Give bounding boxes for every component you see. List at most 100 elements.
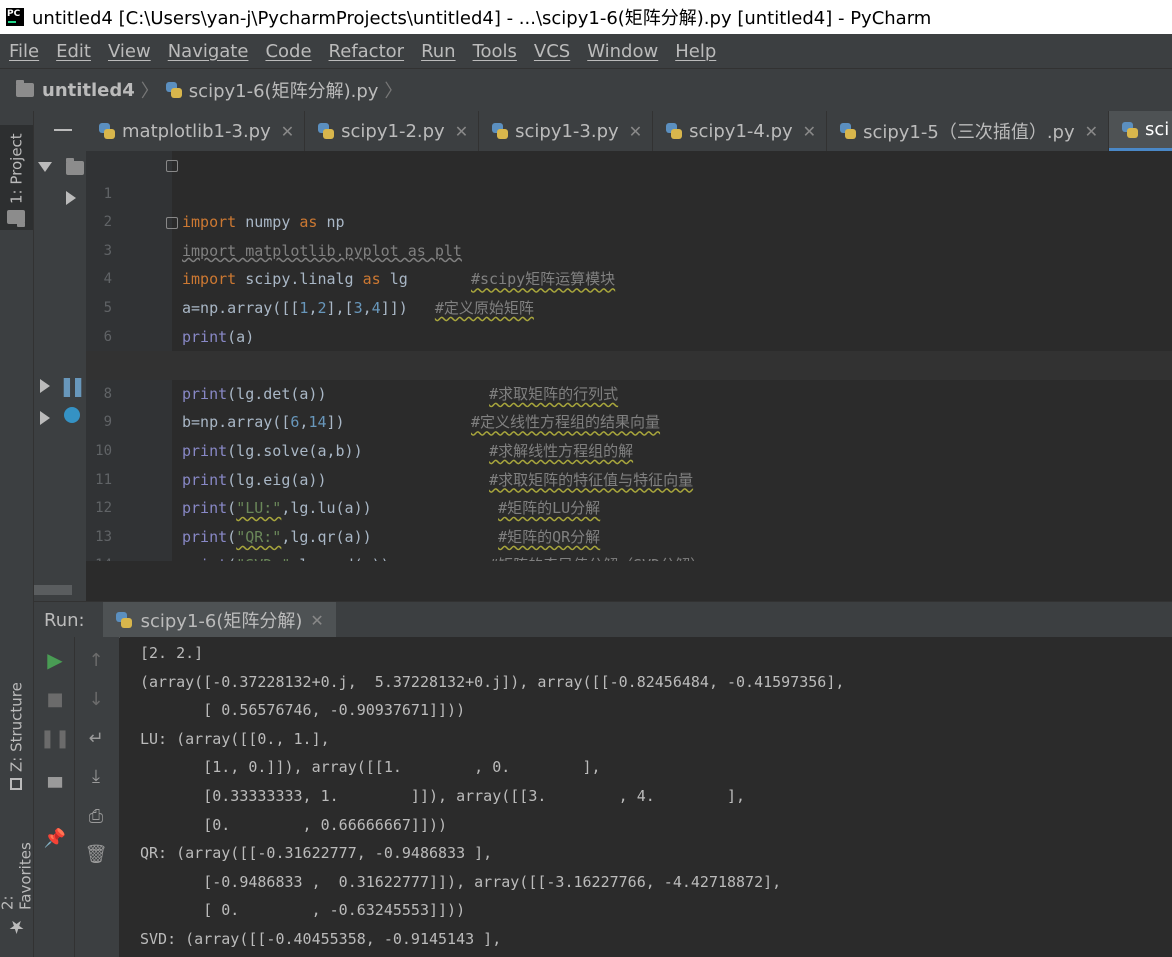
- favorites-tool-tab[interactable]: ★ 2: Favorites: [0, 823, 35, 943]
- console-line: [-0.9486833 , 0.31622777]]), array([[-3.…: [140, 872, 782, 891]
- folder-icon: [66, 158, 84, 175]
- structure-tool-tab[interactable]: Z: Structure: [0, 671, 33, 796]
- window-title: untitled4 [C:\Users\yan-j\PycharmProject…: [32, 8, 932, 29]
- menu-file[interactable]: File: [9, 41, 39, 62]
- code-editor[interactable]: 1 import numpy as np 2 import matplotlib…: [86, 151, 1172, 561]
- project-panel: ▌▌▌: [34, 111, 99, 601]
- line-number: 14: [86, 551, 112, 561]
- favorites-tool-tab-label: 2: Favorites: [0, 842, 35, 910]
- run-label: Run:: [44, 609, 85, 631]
- chevron-right-icon: 〉: [140, 81, 159, 102]
- up-arrow-icon[interactable]: ↑: [85, 649, 107, 671]
- menu-tools[interactable]: Tools: [473, 41, 517, 62]
- console-line: [1., 0.]]), array([[1. , 0. ],: [140, 758, 601, 777]
- code-line: 14 print("Schur:",lg.schur(a)) #矩阵的Schur…: [86, 523, 1172, 561]
- code-line-current: 8 b=np.array([6,14]) #定义线性方程组的结果向量: [86, 351, 1172, 431]
- run-config-label: scipy1-6(矩阵分解): [140, 611, 303, 632]
- python-file-icon: [665, 122, 683, 140]
- tab-scipy1-5[interactable]: scipy1-5（三次插值）.py ✕: [827, 111, 1110, 151]
- python-file-icon: [839, 122, 857, 140]
- menu-window[interactable]: Window: [587, 41, 658, 62]
- soft-wrap-icon[interactable]: ↵: [85, 727, 107, 749]
- close-icon[interactable]: ✕: [281, 122, 294, 141]
- trash-icon[interactable]: 🗑: [85, 843, 108, 865]
- tab-matplotlib1-3[interactable]: matplotlib1-3.py ✕: [86, 111, 306, 151]
- python-file-icon: [98, 122, 116, 140]
- code-line: 7 print(lg.det(a)) #求取矩阵的行列式: [86, 323, 1172, 403]
- collapse-icon[interactable]: [54, 129, 72, 131]
- menu-edit[interactable]: Edit: [56, 41, 91, 62]
- star-icon: ★: [6, 916, 27, 937]
- structure-icon: [10, 778, 23, 790]
- menu-refactor[interactable]: Refactor: [329, 41, 405, 62]
- tab-scipy1-2[interactable]: scipy1-2.py ✕: [305, 111, 480, 151]
- code-line: 1 import numpy as np: [86, 151, 1172, 232]
- close-icon[interactable]: ✕: [803, 122, 816, 141]
- expand-arrow-icon[interactable]: [40, 379, 50, 393]
- console-line: [2. 2.]: [140, 644, 204, 662]
- tab-scipy1-3[interactable]: scipy1-3.py ✕: [479, 111, 654, 151]
- code-line: 10 print(lg.eig(a)) #求取矩阵的特征值与特征向量: [86, 408, 1172, 489]
- breadcrumb: untitled4 〉 scipy1-6(矩阵分解).py 〉: [0, 68, 1172, 112]
- expand-arrow-icon[interactable]: [66, 191, 76, 205]
- python-file-icon: [165, 81, 183, 99]
- folder-icon: [16, 80, 34, 97]
- code-line: 5 print(a): [86, 265, 1172, 346]
- tab-label: matplotlib1-3.py: [122, 120, 271, 142]
- project-tool-tab-label: 1: Project: [7, 133, 26, 204]
- menu-help[interactable]: Help: [675, 41, 716, 62]
- close-icon[interactable]: ✕: [1085, 122, 1098, 141]
- scratches-icon: [64, 407, 80, 423]
- python-file-icon: [1121, 121, 1139, 139]
- code-line: 13 print("SVD:",lg.svd(a)) #矩阵的奇异值分解（SVD…: [86, 494, 1172, 561]
- expand-arrow-icon[interactable]: [38, 162, 52, 172]
- tab-scipy1-6-active[interactable]: sci: [1109, 111, 1172, 151]
- tab-label: scipy1-5（三次插值）.py: [863, 122, 1075, 143]
- layout-icon[interactable]: ▀: [44, 777, 66, 799]
- code-line: 6 print(lg.inv(a)) #求取矩阵的逆矩阵: [86, 294, 1172, 375]
- close-icon[interactable]: ✕: [455, 122, 468, 141]
- code-line: 2 import matplotlib.pyplot as plt: [86, 180, 1172, 260]
- console-line: [ 0.56576746, -0.90937671]])): [140, 701, 466, 720]
- project-tool-tab[interactable]: 1: Project: [0, 125, 33, 230]
- menu-run[interactable]: Run: [421, 41, 456, 62]
- pause-icon[interactable]: ❚❚: [40, 727, 70, 749]
- breadcrumb-project[interactable]: untitled4: [42, 80, 135, 101]
- console-line: QR: (array([[-0.31622777, -0.9486833 ],: [140, 844, 493, 863]
- menu-bar: File Edit View Navigate Code Refactor Ru…: [0, 34, 1172, 68]
- stop-icon[interactable]: ■: [44, 688, 66, 710]
- breadcrumb-file[interactable]: scipy1-6(矩阵分解).py: [189, 77, 379, 103]
- tab-label: scipy1-3.py: [515, 120, 619, 142]
- menu-navigate[interactable]: Navigate: [168, 41, 249, 62]
- left-tool-strip: 1: Project Z: Structure ★ 2: Favorites: [0, 111, 35, 957]
- tab-scipy1-4[interactable]: scipy1-4.py ✕: [653, 111, 828, 151]
- close-icon[interactable]: ✕: [629, 122, 642, 141]
- menu-code[interactable]: Code: [265, 41, 311, 62]
- chevron-right-icon: 〉: [384, 81, 403, 102]
- print-icon[interactable]: ⎙: [85, 805, 107, 827]
- tab-label: scipy1-4.py: [689, 120, 793, 142]
- down-arrow-icon[interactable]: ↓: [85, 688, 107, 710]
- rerun-icon[interactable]: ▶: [44, 648, 66, 672]
- run-toolbar-primary: ▶ ■ ❚❚ ▀ 📌: [34, 637, 75, 957]
- window-title-bar: PC untitled4 [C:\Users\yan-j\PycharmProj…: [0, 0, 1172, 34]
- code-line: 9 print(lg.solve(a,b)) #求解线性方程组的解: [86, 380, 1172, 460]
- scroll-to-end-icon[interactable]: ⤓: [85, 765, 107, 787]
- horizontal-scrollbar[interactable]: [34, 585, 72, 595]
- menu-vcs[interactable]: VCS: [534, 41, 570, 62]
- run-config-tab[interactable]: scipy1-6(矩阵分解) ✕: [102, 602, 336, 638]
- run-panel-header: Run: scipy1-6(矩阵分解) ✕: [34, 601, 1172, 638]
- close-icon[interactable]: ✕: [310, 611, 323, 630]
- console-line: [0.33333333, 1. ]]), array([[3. , 4. ],: [140, 787, 746, 805]
- menu-view[interactable]: View: [108, 41, 151, 62]
- code-line: 11 print("LU:",lg.lu(a)) #矩阵的LU分解: [86, 437, 1172, 518]
- pin-icon[interactable]: 📌: [44, 827, 66, 849]
- console-line: SVD: (array([[-0.40455358, -0.9145143 ],: [140, 930, 502, 948]
- run-console-output[interactable]: [2. 2.] (array([-0.37228132+0.j, 5.37228…: [120, 637, 1172, 957]
- code-line: 3 import scipy.linalg as lg #scipy矩阵运算模块: [86, 208, 1172, 289]
- editor-tabs: matplotlib1-3.py ✕ scipy1-2.py ✕ scipy1-…: [86, 111, 1172, 152]
- expand-arrow-icon[interactable]: [40, 411, 50, 425]
- code-text: print("SVD:",lg.svd(a)) #矩阵的奇异值分解（SVD分解）: [182, 551, 705, 561]
- python-file-icon: [491, 122, 509, 140]
- console-line: (array([-0.37228132+0.j, 5.37228132+0.j]…: [140, 672, 845, 691]
